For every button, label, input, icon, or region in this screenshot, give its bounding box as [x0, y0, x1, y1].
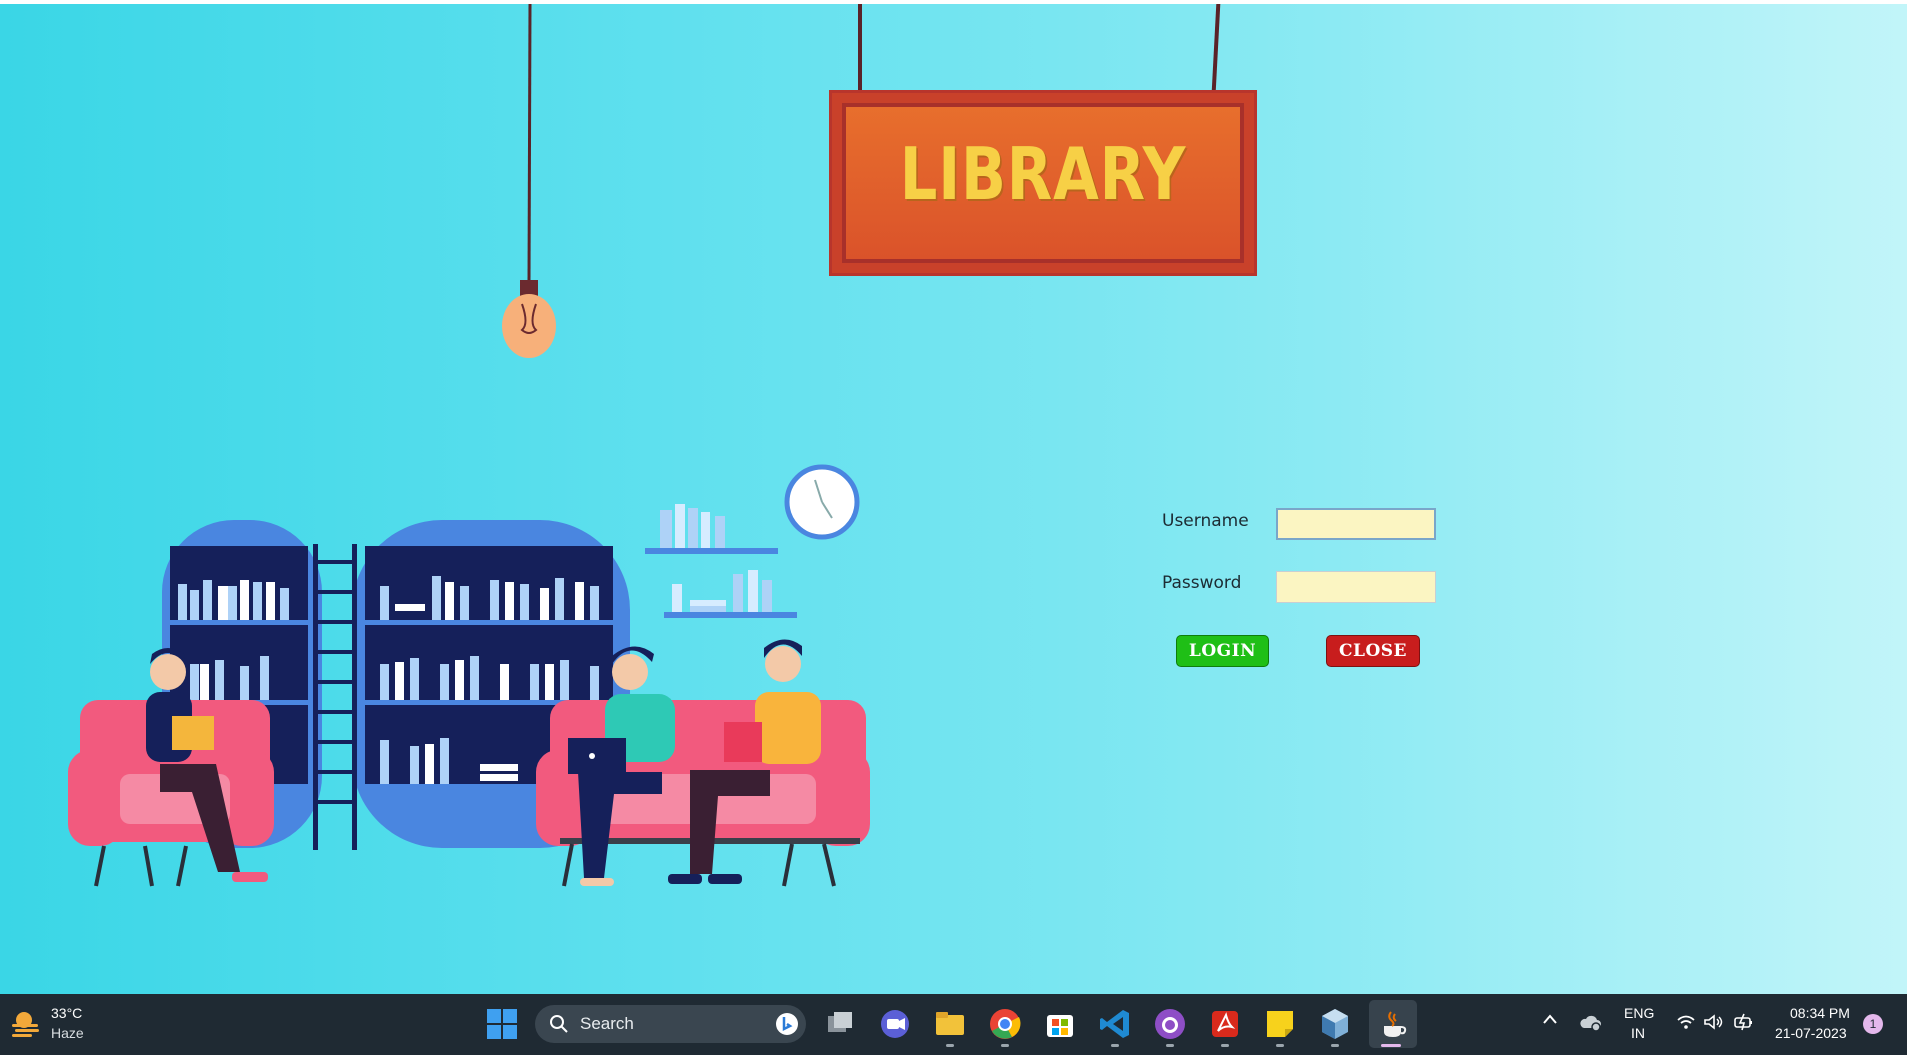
region-indicator[interactable]: IN [1631, 1025, 1645, 1041]
close-button[interactable]: CLOSE [1326, 635, 1420, 667]
running-indicator [1111, 1044, 1119, 1047]
task-view-icon[interactable] [822, 1006, 858, 1042]
clock-time[interactable]: 08:34 PM [1790, 1005, 1850, 1021]
onedrive-cloud-icon[interactable] [1578, 1012, 1602, 1032]
volume-icon[interactable] [1703, 1013, 1723, 1031]
chrome-icon[interactable] [987, 1006, 1023, 1042]
username-label: Username [1162, 511, 1249, 531]
clock-date[interactable]: 21-07-2023 [1775, 1025, 1847, 1041]
acrobat-icon[interactable] [1207, 1006, 1243, 1042]
running-indicator [1001, 1044, 1009, 1047]
java-icon[interactable] [1375, 1006, 1411, 1042]
password-field[interactable] [1276, 571, 1436, 603]
weather-condition: Haze [51, 1025, 84, 1041]
running-indicator [1221, 1044, 1229, 1047]
search-label: Search [580, 1014, 634, 1033]
wifi-icon[interactable] [1676, 1013, 1696, 1031]
netbeans-icon[interactable] [1317, 1006, 1353, 1042]
sign-title: LIBRARY [899, 132, 1187, 216]
microsoft-store-icon[interactable] [1042, 1006, 1078, 1042]
wall-clock-icon [784, 464, 860, 540]
wall-shelves [645, 504, 797, 618]
login-button[interactable]: LOGIN [1176, 635, 1269, 667]
running-indicator [946, 1044, 954, 1047]
bing-icon[interactable] [775, 1012, 799, 1036]
search-icon [550, 1015, 568, 1033]
chat-icon[interactable] [877, 1006, 913, 1042]
language-indicator[interactable]: ENG [1624, 1005, 1654, 1021]
windows-start-icon[interactable] [486, 1008, 518, 1040]
file-explorer-icon[interactable] [932, 1006, 968, 1042]
running-indicator [1276, 1044, 1284, 1047]
taskbar-search-box[interactable]: Search [535, 1005, 806, 1043]
password-label: Password [1162, 573, 1242, 593]
battery-charging-icon[interactable] [1733, 1012, 1755, 1032]
chevron-up-icon[interactable] [1542, 1013, 1558, 1025]
running-indicator [1166, 1044, 1174, 1047]
running-indicator [1331, 1044, 1339, 1047]
light-bulb-icon [502, 4, 556, 358]
taskbar: 33°C Haze Search ENG IN 08:34 PM 21-07-2… [0, 994, 1907, 1055]
app-window: LIBRARY Username Password LOGIN CLOSE [0, 4, 1907, 994]
haze-weather-icon [12, 1012, 39, 1037]
github-desktop-icon[interactable] [1152, 1006, 1188, 1042]
notification-badge[interactable]: 1 [1863, 1014, 1883, 1034]
sign-rope [858, 4, 862, 92]
weather-temperature: 33°C [51, 1005, 83, 1021]
library-sign: LIBRARY [829, 90, 1257, 276]
vscode-icon[interactable] [1097, 1006, 1133, 1042]
sticky-notes-icon[interactable] [1262, 1006, 1298, 1042]
active-indicator [1381, 1044, 1401, 1047]
username-field[interactable] [1276, 508, 1436, 540]
